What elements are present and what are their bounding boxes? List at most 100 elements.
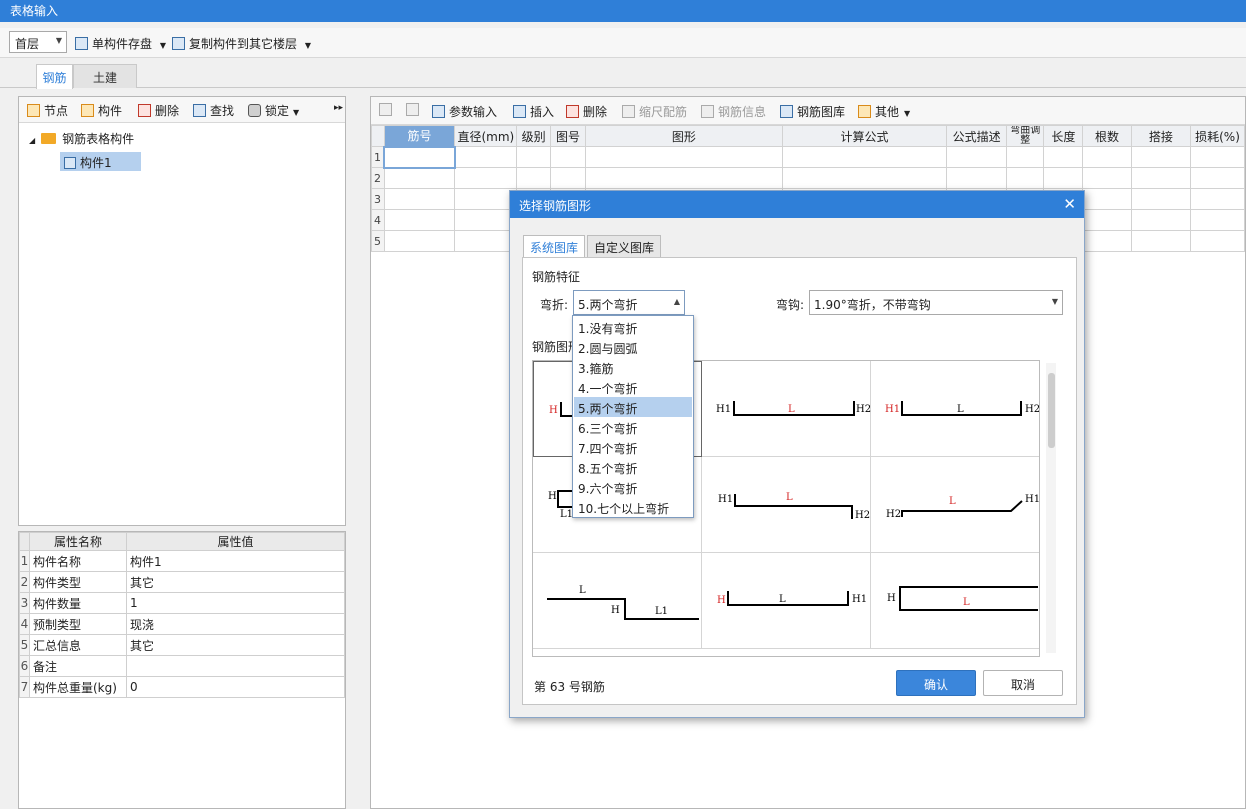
dropdown-item[interactable]: 1.没有弯折: [574, 317, 692, 337]
save-component-button[interactable]: 单构件存盘 ▼: [73, 32, 168, 54]
dropdown-item[interactable]: 7.四个弯折: [574, 437, 692, 457]
grid-cell[interactable]: [1006, 146, 1045, 168]
dropdown-item[interactable]: 4.一个弯折: [574, 377, 692, 397]
find-button[interactable]: 查找: [191, 99, 236, 121]
grid-cell[interactable]: [1082, 188, 1132, 210]
other-button[interactable]: 其他 ▼: [856, 100, 912, 122]
col-header[interactable]: 直径(mm): [454, 125, 518, 147]
col-header[interactable]: 搭接: [1130, 125, 1192, 147]
rebar-info-button[interactable]: 钢筋信息: [699, 100, 768, 122]
col-header[interactable]: 计算公式: [781, 125, 948, 147]
shape-cell[interactable]: H L H1: [702, 553, 871, 649]
tree-item-component1[interactable]: 构件1: [60, 152, 141, 171]
col-header[interactable]: 图号: [550, 125, 586, 147]
prop-value[interactable]: 现浇: [126, 613, 345, 635]
grid-cell[interactable]: [383, 167, 456, 189]
grid-cell[interactable]: [550, 146, 586, 168]
shape-cell[interactable]: H1 L H2: [871, 361, 1039, 457]
grid-cell[interactable]: [1006, 167, 1045, 189]
gallery-scroll-thumb[interactable]: [1048, 373, 1055, 448]
grid-cell[interactable]: [454, 188, 518, 210]
cancel-button[interactable]: 取消: [983, 670, 1063, 696]
grid-cell[interactable]: [383, 209, 456, 231]
prop-value[interactable]: 其它: [126, 571, 345, 593]
bend-select[interactable]: 5.两个弯折 ▲: [573, 290, 685, 315]
dropdown-item[interactable]: 8.五个弯折: [574, 457, 692, 477]
dropdown-item[interactable]: 10.七个以上弯折: [574, 497, 692, 517]
grid-cell[interactable]: [584, 167, 783, 189]
shape-cell[interactable]: H L: [871, 553, 1039, 649]
tab-civil[interactable]: 土建: [73, 64, 137, 88]
prop-value[interactable]: [126, 655, 345, 677]
close-icon[interactable]: ✕: [1063, 195, 1076, 213]
grid-cell[interactable]: [1130, 230, 1192, 252]
prop-value[interactable]: 0: [126, 676, 345, 698]
tab-rebar[interactable]: 钢筋: [36, 64, 73, 89]
col-header[interactable]: 图形: [584, 125, 783, 147]
rebar-library-button[interactable]: 钢筋图库: [778, 100, 847, 122]
insert-button[interactable]: 插入: [511, 100, 556, 122]
collapse-icon[interactable]: ◢: [29, 136, 35, 145]
grid-cell[interactable]: [1082, 209, 1132, 231]
grid-cell[interactable]: [383, 145, 456, 169]
grid-cell[interactable]: [1082, 146, 1132, 168]
grid-cell[interactable]: [454, 230, 518, 252]
grid-cell[interactable]: [1043, 167, 1084, 189]
grid-cell[interactable]: [1190, 188, 1245, 210]
dropdown-item[interactable]: 2.圆与圆弧: [574, 337, 692, 357]
col-header[interactable]: 筋号: [383, 125, 456, 147]
grid-cell[interactable]: [516, 146, 552, 168]
grid-cell[interactable]: [516, 167, 552, 189]
delete-row-button[interactable]: 删除: [564, 100, 609, 122]
col-header[interactable]: 根数: [1082, 125, 1132, 147]
grid-cell[interactable]: [946, 146, 1008, 168]
hook-select[interactable]: 1.90°弯折，不带弯钩 ▼: [809, 290, 1063, 315]
grid-cell[interactable]: [454, 167, 518, 189]
node-button[interactable]: 节点: [25, 99, 70, 121]
grid-cell[interactable]: [1190, 146, 1245, 168]
grid-cell[interactable]: [1130, 188, 1192, 210]
grid-cell[interactable]: [383, 188, 456, 210]
grid-cell[interactable]: [1130, 146, 1192, 168]
grid-cell[interactable]: [1190, 209, 1245, 231]
floor-select[interactable]: 首层 ▼: [9, 31, 67, 53]
grid-cell[interactable]: [1190, 230, 1245, 252]
col-header[interactable]: 长度: [1043, 125, 1084, 147]
shape-cell[interactable]: L H L1: [533, 553, 702, 649]
lock-button[interactable]: 锁定 ▼: [246, 99, 301, 121]
grid-cell[interactable]: [1130, 209, 1192, 231]
grid-cell[interactable]: [454, 209, 518, 231]
delete-button[interactable]: 删除: [136, 99, 181, 121]
copy-to-floor-button[interactable]: 复制构件到其它楼层 ▼: [170, 32, 313, 54]
tab-system-library[interactable]: 系统图库: [523, 235, 586, 258]
dropdown-item[interactable]: 9.六个弯折: [574, 477, 692, 497]
grid-cell[interactable]: [781, 146, 948, 168]
move-up-button[interactable]: [377, 100, 398, 122]
scale-rebar-button[interactable]: 缩尺配筋: [620, 100, 689, 122]
tree-root[interactable]: ◢ 钢筋表格构件: [29, 130, 134, 147]
grid-cell[interactable]: [1082, 230, 1132, 252]
grid-cell[interactable]: [781, 167, 948, 189]
confirm-button[interactable]: 确认: [896, 670, 976, 696]
dropdown-item-selected[interactable]: 5.两个弯折: [574, 397, 692, 417]
grid-cell[interactable]: [1190, 167, 1245, 189]
expand-icon[interactable]: ▸▸: [332, 100, 345, 122]
move-down-button[interactable]: [404, 100, 425, 122]
shape-cell[interactable]: H1 L H2: [702, 457, 871, 553]
prop-value[interactable]: 其它: [126, 634, 345, 656]
shape-cell[interactable]: H1 L H2: [702, 361, 871, 457]
grid-cell[interactable]: [584, 146, 783, 168]
prop-value[interactable]: 1: [126, 592, 345, 614]
grid-cell[interactable]: [383, 230, 456, 252]
col-header[interactable]: 公式描述: [946, 125, 1008, 147]
dropdown-item[interactable]: 6.三个弯折: [574, 417, 692, 437]
shape-cell[interactable]: H2 L H1: [871, 457, 1039, 553]
grid-cell[interactable]: [454, 146, 518, 168]
param-input-button[interactable]: 参数输入: [430, 100, 499, 122]
dropdown-item[interactable]: 3.箍筋: [574, 357, 692, 377]
grid-cell[interactable]: [1043, 146, 1084, 168]
tab-custom-library[interactable]: 自定义图库: [587, 235, 662, 257]
col-header[interactable]: 损耗(%): [1190, 125, 1245, 147]
grid-cell[interactable]: [1082, 167, 1132, 189]
grid-cell[interactable]: [550, 167, 586, 189]
